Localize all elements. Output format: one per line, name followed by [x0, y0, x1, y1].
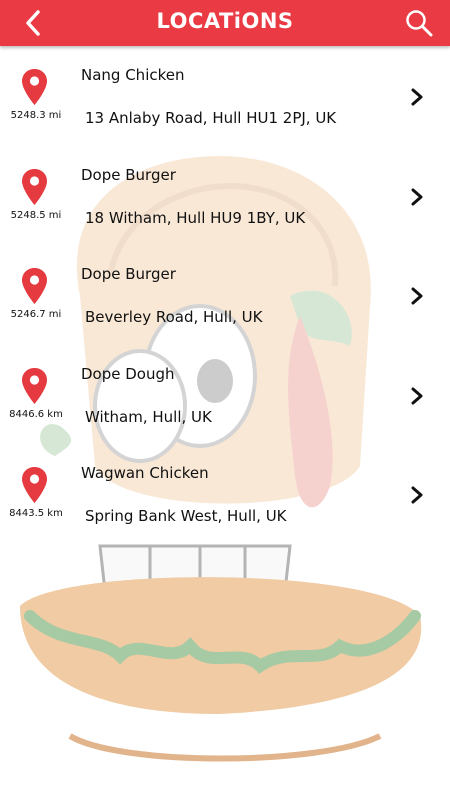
map-pin-icon: [22, 367, 47, 404]
location-name: Dope Dough: [81, 364, 175, 383]
location-address: 13 Anlaby Road, Hull HU1 2PJ, UK: [85, 109, 337, 127]
chevron-right-icon[interactable]: [410, 387, 424, 405]
distance-label: 5246.7 mi: [10, 309, 62, 320]
distance-label: 5248.3 mi: [10, 110, 62, 121]
location-row[interactable]: 5248.5 mi Dope Burger 18 Witham, Hull HU…: [0, 145, 450, 245]
location-row[interactable]: 5248.3 mi Nang Chicken 13 Anlaby Road, H…: [0, 46, 450, 146]
chevron-right-icon[interactable]: [410, 287, 424, 305]
location-name: Dope Burger: [81, 265, 176, 283]
map-pin-icon: [22, 268, 47, 304]
location-address: Beverley Road, Hull, UK: [85, 308, 263, 326]
location-address: Spring Bank West, Hull, UK: [85, 507, 287, 525]
chevron-right-icon[interactable]: [410, 486, 424, 504]
top-app-bar: LOCATiONS: [0, 0, 450, 46]
search-icon[interactable]: [404, 8, 434, 38]
location-address: 18 Witham, Hull HU9 1BY, UK: [85, 208, 306, 227]
locations-list: 5248.3 mi Nang Chicken 13 Anlaby Road, H…: [0, 46, 450, 544]
location-name: Nang Chicken: [81, 66, 185, 84]
location-row[interactable]: 8446.6 km Dope Dough Witham, Hull, UK: [0, 344, 450, 444]
location-name: Dope Burger: [81, 165, 176, 184]
chevron-right-icon[interactable]: [410, 188, 424, 206]
location-row[interactable]: 8443.5 km Wagwan Chicken Spring Bank Wes…: [0, 444, 450, 544]
distance-label: 8443.5 km: [9, 508, 63, 519]
distance-label: 5248.5 mi: [10, 209, 62, 221]
location-row[interactable]: 5246.7 mi Dope Burger Beverley Road, Hul…: [0, 245, 450, 345]
page-title: LOCATiONS: [156, 9, 294, 33]
map-pin-icon: [22, 168, 47, 205]
chevron-right-icon[interactable]: [410, 88, 424, 106]
map-pin-icon: [22, 467, 47, 503]
distance-label: 8446.6 km: [9, 408, 63, 420]
map-pin-icon: [22, 69, 47, 105]
location-name: Wagwan Chicken: [81, 464, 209, 482]
location-address: Witham, Hull, UK: [85, 407, 212, 426]
